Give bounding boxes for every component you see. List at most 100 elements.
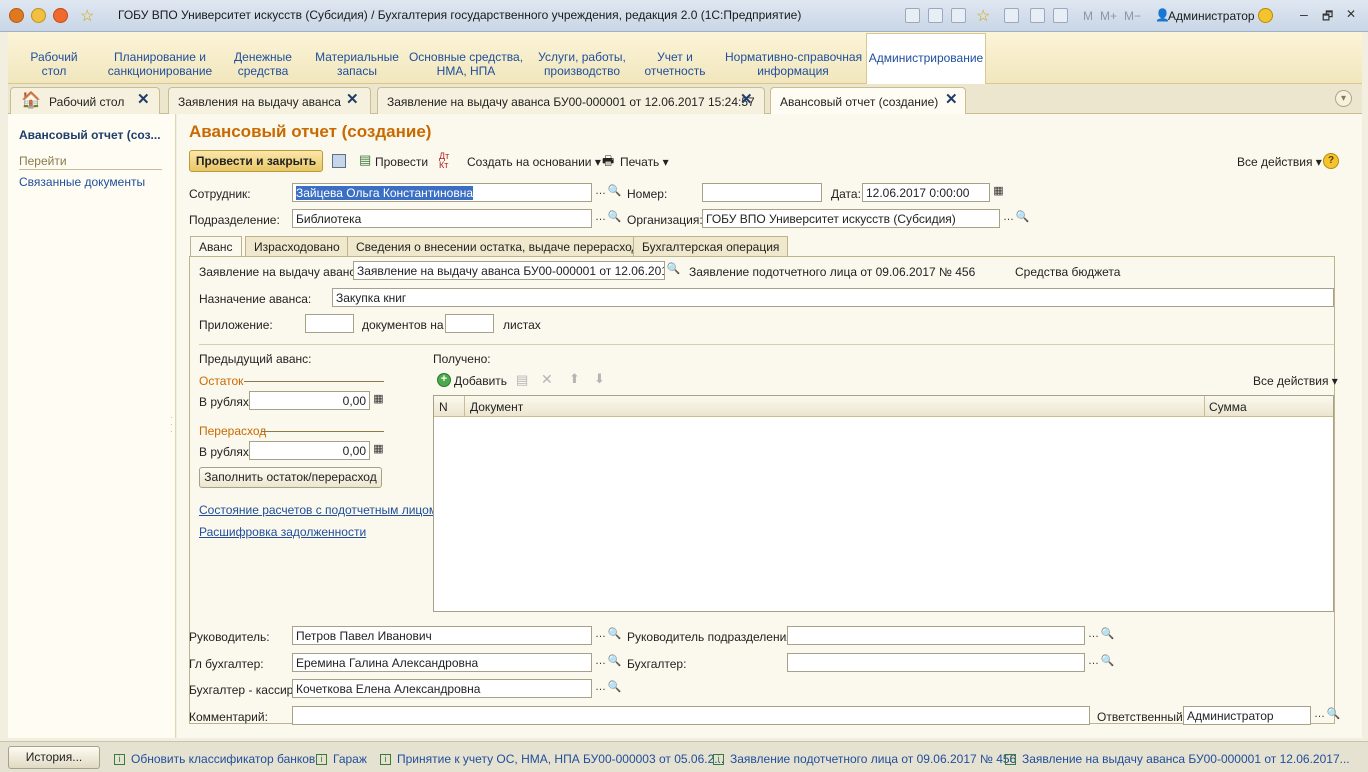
menu-money[interactable]: Денежные средства [228,50,298,78]
memory-m[interactable]: M [1083,9,1093,23]
restore-button[interactable]: 🗗 [1322,7,1333,28]
select-button[interactable]: … [1086,654,1101,671]
user-name[interactable]: Администратор [1168,9,1255,23]
settlements-status-link[interactable]: Состояние расчетов с подотчетным лицом [199,503,437,517]
tab-accounting-operation[interactable]: Бухгалтерская операция [633,236,789,256]
table-all-actions-button[interactable]: Все действия ▾ [1253,374,1338,388]
print-icon[interactable] [928,8,943,23]
add-favorite-icon[interactable]: ☆ [976,6,990,26]
favorites-star-icon[interactable]: ☆ [80,6,94,26]
search-icon[interactable]: 🔍 [607,184,622,201]
search-icon[interactable]: 🔍 [1100,654,1115,671]
info-icon[interactable] [1258,8,1273,23]
select-button[interactable]: … [593,627,608,644]
cashier-field[interactable]: Кочеткова Елена Александровна [292,679,592,698]
tab-advance-report[interactable]: Авансовый отчет (создание) [770,87,966,115]
search-icon[interactable]: 🔍 [607,680,622,697]
add-button[interactable]: Добавить [454,374,507,388]
search-icon[interactable]: 🔍 [607,210,622,227]
menu-planning[interactable]: Планирование и санкционирование [106,50,214,78]
print-button[interactable]: Печать ▾ [620,155,669,169]
employee-field[interactable]: Зайцева Ольга Константиновна [292,183,592,202]
department-field[interactable]: Библиотека [292,209,592,228]
menu-services[interactable]: Услуги, работы, производство [531,50,633,78]
attachment-docs-field[interactable] [305,314,354,333]
move-up-icon[interactable]: ⬆ [569,371,580,387]
search-icon[interactable]: 🔍 [1100,627,1115,644]
status-item[interactable]: i Принятие к учету ОС, НМА, НПА БУ00-0000… [380,752,724,766]
select-button[interactable]: … [593,184,608,201]
close-tab-icon[interactable]: ✕ [740,90,753,108]
debt-breakdown-link[interactable]: Расшифровка задолженности [199,525,366,539]
select-button[interactable]: … [593,654,608,671]
select-button[interactable]: … [593,680,608,697]
dept-head-field[interactable] [787,626,1085,645]
help-icon[interactable]: ? [1323,153,1339,169]
menu-fixed-assets[interactable]: Основные средства, НМА, НПА [408,50,524,78]
all-actions-button[interactable]: Все действия ▾ [1237,155,1322,169]
search-icon[interactable]: 🔍 [666,262,681,279]
tab-remainder-info[interactable]: Сведения о внесении остатка, выдаче пере… [347,236,655,256]
move-down-icon[interactable]: ⬇ [594,371,605,387]
organization-field[interactable]: ГОБУ ВПО Университет искусств (Субсидия) [702,209,1000,228]
accountant-field[interactable] [787,653,1085,672]
menu-materials[interactable]: Материальные запасы [314,50,400,78]
app-logo-icon[interactable] [9,8,24,23]
date-field[interactable]: 12.06.2017 0:00:00 [862,183,990,202]
responsible-field[interactable]: Администратор [1183,706,1311,725]
post-and-close-button[interactable]: Провести и закрыть [189,150,323,172]
tabs-dropdown-icon[interactable]: ▾ [1335,90,1352,107]
application-field[interactable]: Заявление на выдачу аванса БУ00-000001 о… [353,261,665,280]
memory-mplus[interactable]: M+ [1100,9,1117,23]
status-item[interactable]: i Заявление на выдачу аванса БУ00-000001 … [1005,752,1350,766]
related-documents-link[interactable]: Связанные документы [19,175,145,189]
close-button[interactable]: ✕ [1346,7,1356,21]
column-document[interactable]: Документ [470,400,523,414]
tab-spent[interactable]: Израсходовано [245,236,349,256]
history-icon[interactable] [1004,8,1019,23]
fill-remainder-button[interactable]: Заполнить остаток/перерасход [199,467,382,488]
calendar-icon[interactable]: ▦ [991,184,1006,201]
menu-desktop[interactable]: Рабочий стол [23,50,85,78]
calendar-icon[interactable] [1053,8,1068,23]
search-icon[interactable]: 🔍 [607,627,622,644]
comment-field[interactable] [292,706,1090,725]
preview-icon[interactable] [951,8,966,23]
dt-kt-icon[interactable]: Дт Кт [439,152,449,170]
column-sum[interactable]: Сумма [1209,400,1247,414]
forward-icon[interactable] [53,8,68,23]
minimize-button[interactable]: – [1300,6,1308,22]
save-icon[interactable] [332,154,346,168]
search-icon[interactable]: 🔍 [1326,707,1341,724]
select-button[interactable]: … [1086,627,1101,644]
search-icon[interactable]: 🔍 [607,654,622,671]
menu-reference[interactable]: Нормативно-справочная информация [725,50,862,78]
search-icon[interactable]: 🔍 [1015,210,1030,227]
close-tab-icon[interactable]: ✕ [945,90,958,108]
head-field[interactable]: Петров Павел Иванович [292,626,592,645]
back-icon[interactable] [31,8,46,23]
delete-icon[interactable]: ✕ [541,371,553,388]
status-item[interactable]: i Гараж [316,752,367,766]
panel-splitter[interactable]: · · · [170,414,173,436]
menu-accounting[interactable]: Учет и отчетность [640,50,710,78]
history-button[interactable]: История... [8,746,100,769]
column-n[interactable]: N [439,400,448,414]
status-item[interactable]: i Заявление подотчетного лица от 09.06.20… [713,752,1016,766]
select-button[interactable]: … [593,210,608,227]
save-icon[interactable] [905,8,920,23]
create-based-button[interactable]: Создать на основании ▾ [467,155,601,169]
memory-mminus[interactable]: M− [1124,9,1141,23]
select-button[interactable]: … [1001,210,1016,227]
remainder-field[interactable]: 0,00 [249,391,370,410]
tab-advance-applications[interactable]: Заявления на выдачу аванса [168,87,371,114]
overspend-field[interactable]: 0,00 [249,441,370,460]
tab-advance[interactable]: Аванс [190,236,242,257]
calculator-icon[interactable] [1030,8,1045,23]
status-item[interactable]: i Обновить классификатор банков [114,752,315,766]
close-tab-icon[interactable]: ✕ [137,90,150,108]
close-tab-icon[interactable]: ✕ [346,90,359,108]
calculator-icon[interactable]: ▦ [371,392,386,409]
copy-icon[interactable]: ▤ [516,372,528,388]
received-table[interactable]: N Документ Сумма [433,395,1334,612]
